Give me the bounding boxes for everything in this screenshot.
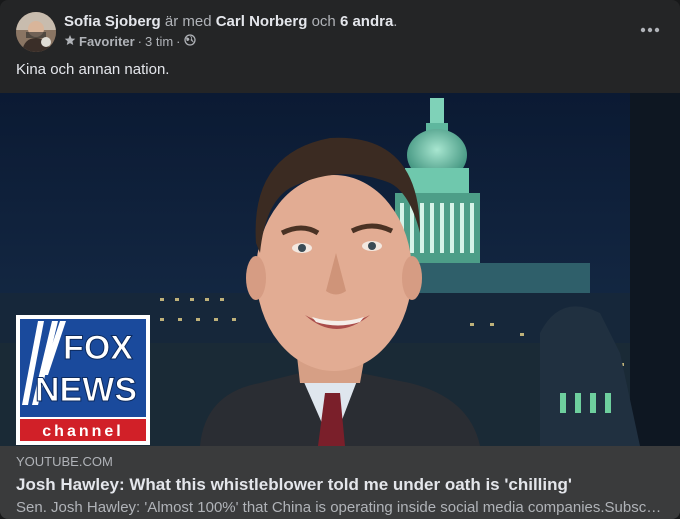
- and-text: och: [311, 13, 336, 30]
- timestamp-link[interactable]: 3 tim: [145, 33, 173, 51]
- fox-news-logo: FOX NEWS channel: [16, 315, 150, 445]
- separator: ·: [137, 34, 142, 49]
- tagged-person-link[interactable]: Carl Norberg: [216, 13, 308, 30]
- feed-post: Sofia Sjoberg är med Carl Norberg och 6 …: [0, 0, 680, 519]
- more-options-button[interactable]: [636, 16, 664, 44]
- author-name-link[interactable]: Sofia Sjoberg: [64, 13, 161, 30]
- separator: ·: [176, 34, 181, 49]
- link-preview[interactable]: YOUTUBE.COM Josh Hawley: What this whist…: [0, 446, 680, 519]
- post-actors-line: Sofia Sjoberg är med Carl Norberg och 6 …: [64, 12, 664, 32]
- post-meta: Sofia Sjoberg är med Carl Norberg och 6 …: [64, 12, 664, 51]
- author-avatar[interactable]: [16, 12, 56, 52]
- others-link[interactable]: 6 andra: [340, 13, 393, 30]
- avatar-image: [16, 12, 56, 52]
- video-thumbnail[interactable]: FOX NEWS channel: [0, 93, 680, 446]
- audience-favorites-link[interactable]: Favoriter: [79, 33, 135, 51]
- post-header: Sofia Sjoberg är med Carl Norberg och 6 …: [16, 12, 664, 54]
- more-horizontal-icon: [640, 27, 660, 33]
- period-text: .: [393, 13, 398, 30]
- post-subline: Favoriter · 3 tim ·: [64, 33, 664, 51]
- star-icon: [64, 33, 76, 51]
- logo-fox-text: FOX: [63, 329, 133, 367]
- globe-icon[interactable]: [183, 33, 196, 51]
- link-title[interactable]: Josh Hawley: What this whistleblower tol…: [16, 474, 664, 496]
- logo-channel-text: channel: [42, 423, 123, 440]
- link-description: Sen. Josh Hawley: 'Almost 100%' that Chi…: [16, 499, 664, 516]
- post-text: Kina och annan nation.: [16, 61, 170, 78]
- logo-news-text: NEWS: [35, 371, 137, 409]
- with-text: är med: [164, 13, 212, 30]
- link-domain: YOUTUBE.COM: [16, 454, 113, 469]
